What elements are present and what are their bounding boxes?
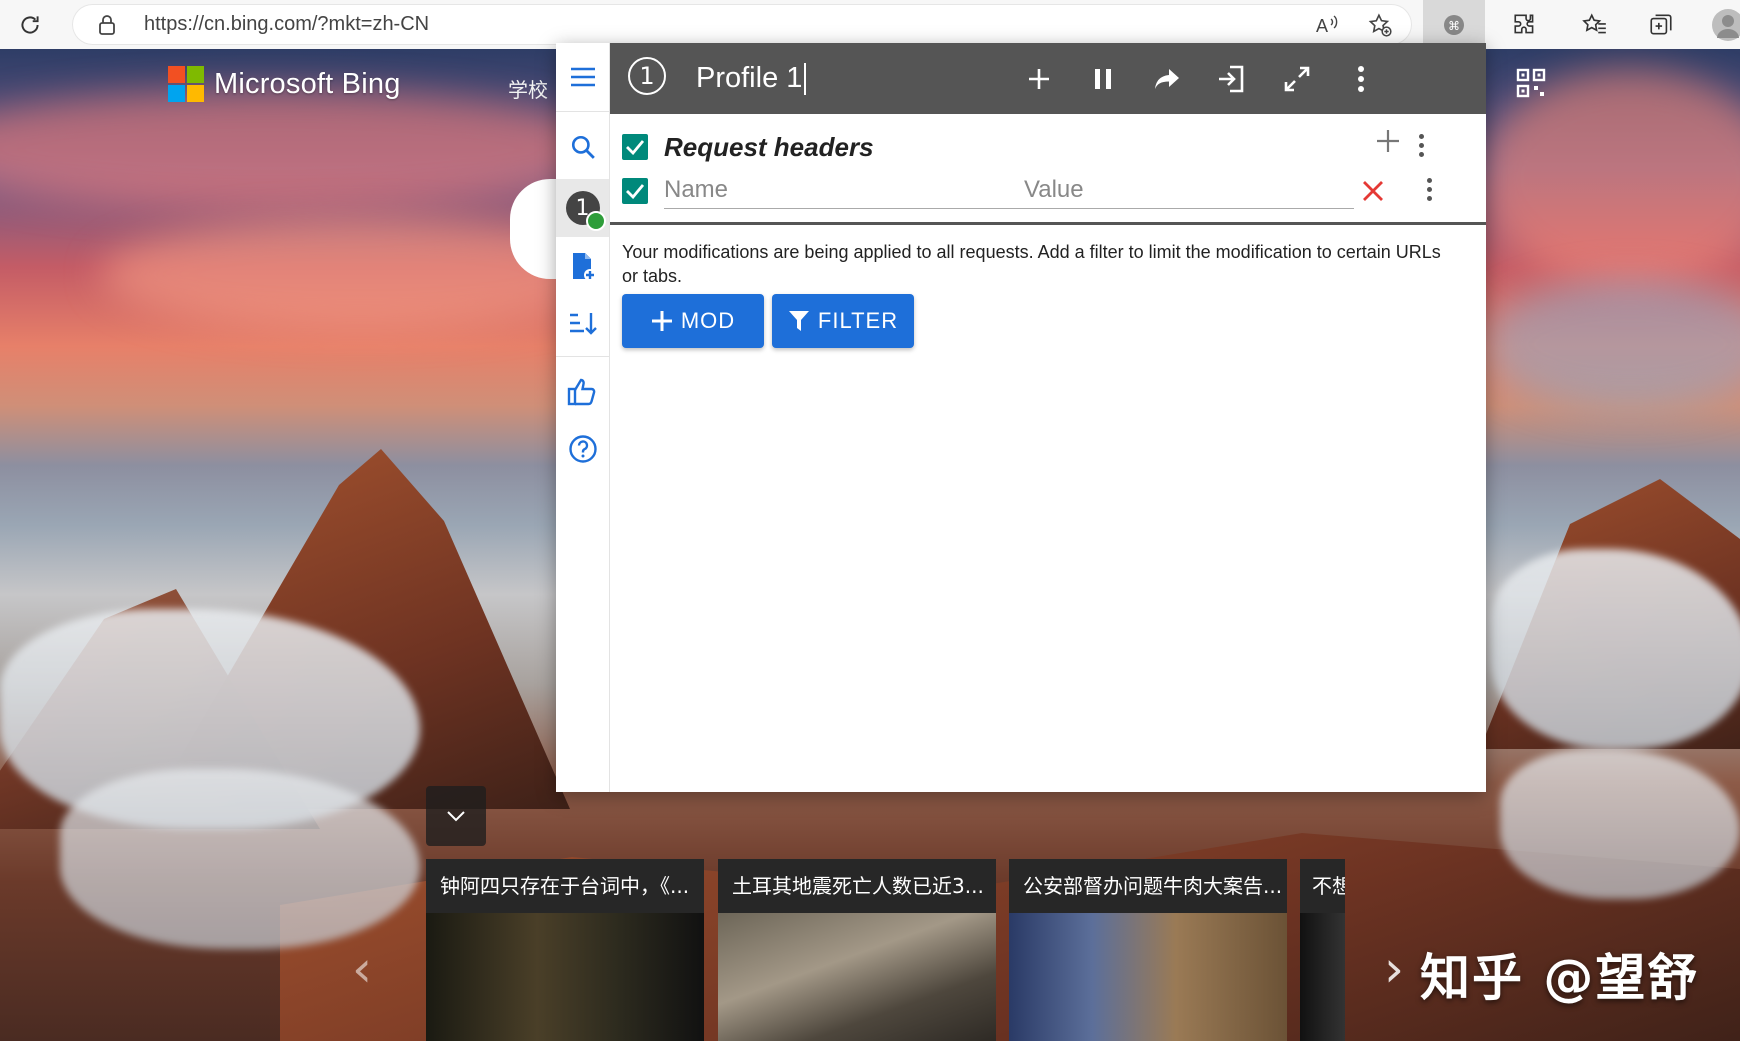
prev-news-arrow-icon[interactable]: ‹ bbox=[352, 940, 372, 998]
profile-number-circle[interactable]: 1 bbox=[628, 57, 666, 95]
filter-icon bbox=[788, 311, 809, 331]
address-bar[interactable]: https://cn.bing.com/?mkt=zh-CN A bbox=[72, 4, 1412, 45]
sort-icon[interactable] bbox=[556, 297, 609, 351]
import-icon[interactable] bbox=[1206, 43, 1256, 114]
fullscreen-icon[interactable] bbox=[1272, 43, 1322, 114]
collapse-news-button[interactable] bbox=[426, 786, 486, 846]
logo-square-yellow bbox=[187, 85, 204, 102]
modheader-popup: 1 1 Profile 1 Request headers Name Value… bbox=[556, 43, 1486, 792]
news-thumbnail bbox=[1009, 913, 1287, 1041]
header-value-input[interactable]: Value bbox=[1024, 172, 1354, 209]
profile-avatar[interactable] bbox=[1706, 0, 1740, 49]
news-caption: 土耳其地震死亡人数已近3... bbox=[718, 859, 996, 913]
news-caption: 钟阿四只存在于台词中，《... bbox=[426, 859, 704, 913]
chevron-down-icon bbox=[447, 811, 465, 822]
microsoft-logo-icon bbox=[168, 66, 204, 102]
profile-1-icon[interactable]: 1 bbox=[556, 179, 609, 237]
collections-icon[interactable] bbox=[1636, 0, 1686, 49]
svg-text:⌘: ⌘ bbox=[1448, 19, 1460, 33]
share-icon[interactable] bbox=[1142, 43, 1192, 114]
refresh-icon[interactable] bbox=[10, 0, 50, 49]
add-filter-label: FILTER bbox=[817, 308, 899, 333]
search-icon[interactable] bbox=[556, 119, 609, 175]
pause-icon[interactable] bbox=[1078, 43, 1128, 114]
active-check-icon bbox=[585, 211, 606, 231]
profile-name-input[interactable]: Profile 1 bbox=[696, 43, 807, 114]
profile-toolbar: 1 Profile 1 bbox=[610, 43, 1486, 114]
help-icon[interactable] bbox=[556, 421, 609, 477]
news-caption: 不想 bbox=[1300, 859, 1345, 913]
read-aloud-icon[interactable]: A bbox=[1310, 4, 1346, 45]
extensions-icon[interactable] bbox=[1500, 0, 1550, 49]
popup-sidebar: 1 bbox=[556, 43, 610, 792]
qr-code-icon[interactable] bbox=[1516, 68, 1546, 98]
logo-square-red bbox=[168, 66, 185, 83]
profile-number-badge: 1 bbox=[565, 191, 606, 231]
section-enable-checkbox[interactable] bbox=[622, 134, 648, 160]
bing-logo[interactable]: Microsoft Bing bbox=[168, 64, 401, 104]
logo-square-blue bbox=[168, 85, 185, 102]
modification-notice: Your modifications are being applied to … bbox=[622, 242, 1441, 286]
zhihu-watermark: 知乎 @望舒 bbox=[1420, 949, 1700, 1007]
svg-text:A: A bbox=[1316, 16, 1328, 36]
logo-square-green bbox=[187, 66, 204, 83]
news-card[interactable]: 钟阿四只存在于台词中，《... bbox=[426, 859, 704, 1041]
bing-logo-text: Microsoft Bing bbox=[214, 67, 401, 100]
add-favorite-icon[interactable] bbox=[1362, 4, 1398, 45]
add-header-icon[interactable] bbox=[1375, 128, 1405, 158]
lock-icon[interactable] bbox=[92, 4, 122, 45]
news-thumbnail bbox=[426, 913, 704, 1041]
add-mod-label: MOD bbox=[680, 308, 736, 333]
extension-active-icon[interactable]: ⌘ bbox=[1423, 0, 1485, 49]
menu-icon[interactable] bbox=[556, 43, 609, 111]
add-icon[interactable] bbox=[1014, 43, 1064, 114]
add-filter-button[interactable]: FILTER bbox=[772, 294, 914, 348]
plus-icon bbox=[651, 311, 672, 331]
news-card[interactable]: 土耳其地震死亡人数已近3... bbox=[718, 859, 996, 1041]
section-more-icon[interactable] bbox=[1416, 134, 1426, 157]
thumbs-up-icon[interactable] bbox=[556, 363, 609, 419]
nav-item-school[interactable]: 学校 bbox=[508, 74, 548, 103]
delete-header-icon[interactable] bbox=[1360, 178, 1386, 204]
more-vert-icon[interactable] bbox=[1336, 43, 1386, 114]
next-news-arrow-icon[interactable]: › bbox=[1384, 940, 1404, 998]
header-more-icon[interactable] bbox=[1424, 178, 1434, 201]
news-card[interactable]: 公安部督办问题牛肉大案告... bbox=[1009, 859, 1287, 1041]
news-caption: 公安部督办问题牛肉大案告... bbox=[1009, 859, 1287, 913]
news-card[interactable]: 不想 bbox=[1300, 859, 1345, 1041]
news-thumbnail bbox=[1300, 913, 1345, 1041]
add-mod-button[interactable]: MOD bbox=[622, 294, 764, 348]
news-thumbnail bbox=[718, 913, 996, 1041]
request-headers-section: Request headers Name Value bbox=[610, 114, 1486, 225]
section-title: Request headers bbox=[664, 132, 874, 162]
header-enable-checkbox[interactable] bbox=[622, 178, 648, 204]
add-file-icon[interactable] bbox=[556, 239, 609, 293]
url-text[interactable]: https://cn.bing.com/?mkt=zh-CN bbox=[144, 4, 429, 45]
header-name-input[interactable]: Name bbox=[664, 172, 1024, 209]
favorites-icon[interactable] bbox=[1570, 0, 1620, 49]
